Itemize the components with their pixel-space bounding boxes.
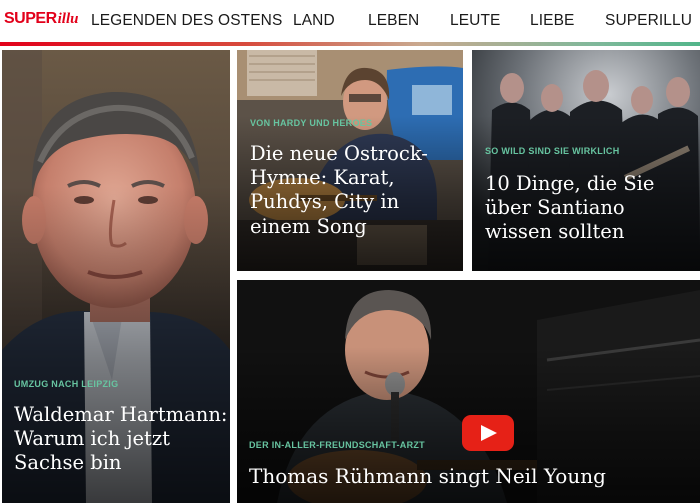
superillu-logo[interactable]: SUPER illu [4, 10, 78, 32]
nav-item-leben[interactable]: LEBEN [368, 12, 419, 30]
nav-item-land[interactable]: LAND [293, 12, 335, 30]
teaser-santiano[interactable]: SO WILD SIND SIE WIRKLICH 10 Dinge, die … [472, 50, 700, 271]
teaser-kicker: VON HARDY UND HEROES [250, 118, 373, 128]
play-icon [481, 425, 497, 441]
video-play-button[interactable] [462, 415, 514, 451]
nav-item-liebe[interactable]: LIEBE [530, 12, 574, 30]
logo-super-text: SUPER [4, 10, 57, 27]
nav-item-legenden-des-ostens[interactable]: LEGENDEN DES OSTENS [91, 12, 282, 30]
nav-item-superillu[interactable]: SUPERILLU [605, 12, 692, 30]
teaser-headline[interactable]: Die neue Ostrock-Hymne: Karat, Puhdys, C… [250, 142, 456, 239]
nav-item-leute[interactable]: LEUTE [450, 12, 500, 30]
logo-illu-text: illu [57, 11, 79, 27]
teaser-kicker: DER IN-ALLER-FREUNDSCHAFT-ARZT [249, 440, 425, 450]
teaser-headline[interactable]: Thomas Rühmann singt Neil Young [249, 464, 689, 489]
teaser-waldemar-hartmann[interactable]: UMZUG NACH LEIPZIG Waldemar Hartmann: Wa… [2, 50, 230, 503]
top-navigation: SUPER illu LEGENDEN DES OSTENS LAND LEBE… [0, 0, 700, 46]
nav-gradient-divider [0, 42, 700, 46]
teaser-kicker: SO WILD SIND SIE WIRKLICH [485, 146, 620, 156]
teaser-thomas-ruehmann[interactable]: DER IN-ALLER-FREUNDSCHAFT-ARZT Thomas Rü… [237, 280, 700, 503]
teaser-ostrock-hymne[interactable]: VON HARDY UND HEROES Die neue Ostrock-Hy… [237, 50, 463, 271]
teaser-kicker: UMZUG NACH LEIPZIG [14, 379, 119, 389]
teaser-headline[interactable]: Waldemar Hartmann: Warum ich jetzt Sachs… [14, 403, 228, 476]
teaser-headline[interactable]: 10 Dinge, die Sie über Santiano wissen s… [485, 172, 695, 245]
